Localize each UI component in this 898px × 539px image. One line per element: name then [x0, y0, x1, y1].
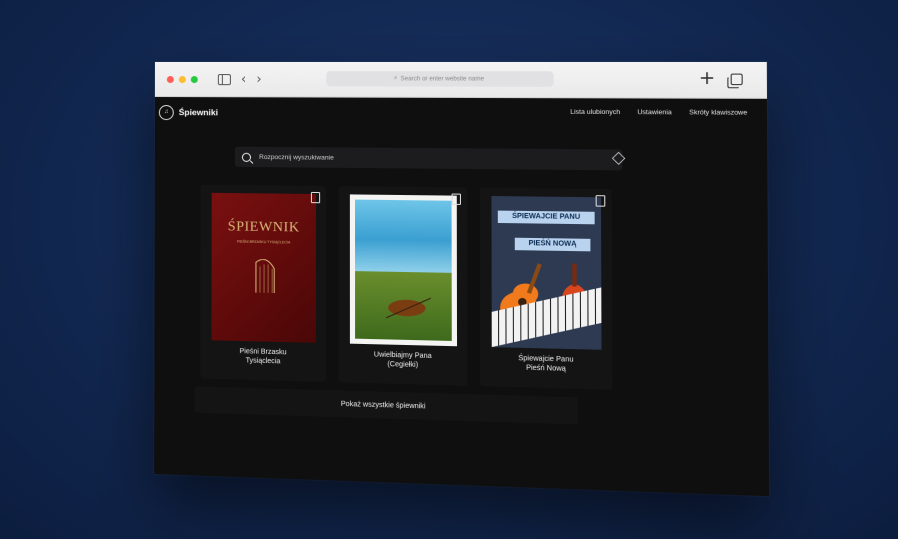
title-line-2: Tysiąclecia: [245, 357, 281, 366]
address-bar[interactable]: ⌕ Search or enter website name: [326, 71, 554, 87]
search-icon: ⌕: [393, 75, 398, 82]
songbook-card[interactable]: ŚPIEWAJCIE PANU PIEŚŃ NOWĄ Śpiewajcie Pa…: [479, 187, 613, 390]
cover-banner-1: ŚPIEWAJCIE PANU: [497, 210, 595, 225]
top-nav: Lista ulubionych Ustawienia Skróty klawi…: [570, 109, 747, 117]
close-window-button[interactable]: [166, 75, 174, 83]
violin-icon: [381, 292, 433, 324]
pdf-badge-icon: [310, 191, 321, 204]
address-placeholder: Search or enter website name: [400, 75, 485, 83]
songbook-grid: ŚPIEWNIK PIEŚNI BRZASKU TYSIĄCLECIA Pieś…: [200, 184, 613, 390]
title-line-2: Pieśń Nową: [526, 364, 566, 373]
search-bar[interactable]: Rozpocznij wyszukiwanie: [234, 146, 623, 171]
search-icon: [241, 152, 252, 162]
pdf-badge-icon: [595, 195, 606, 207]
show-all-label: Pokaż wszystkie śpiewniki: [340, 400, 426, 410]
show-all-songbooks-button[interactable]: Pokaż wszystkie śpiewniki: [194, 386, 579, 425]
cover-banner-2: PIEŚŃ NOWĄ: [514, 237, 591, 252]
songbook-card[interactable]: ŚPIEWNIK PIEŚNI BRZASKU TYSIĄCLECIA Pieś…: [200, 184, 327, 382]
window-controls: [166, 75, 198, 83]
logo-text: Śpiewniki: [178, 107, 219, 118]
songbook-cover: [349, 194, 458, 347]
nav-settings[interactable]: Ustawienia: [637, 109, 671, 116]
tab-overview-icon[interactable]: [730, 73, 743, 85]
back-arrow-icon[interactable]: ‹: [241, 72, 246, 87]
stage: ‹ › ⌕ Search or enter website name + ♫ Ś…: [0, 0, 898, 539]
maximize-window-button[interactable]: [190, 75, 198, 83]
app-logo[interactable]: ♫ Śpiewniki: [158, 104, 219, 120]
sidebar-toggle-icon[interactable]: [217, 73, 231, 85]
cover-title: ŚPIEWNIK: [227, 219, 300, 236]
minimize-window-button[interactable]: [178, 75, 186, 83]
browser-window: ‹ › ⌕ Search or enter website name + ♫ Ś…: [154, 62, 770, 497]
browser-toolbar: ‹ › ⌕ Search or enter website name +: [154, 62, 767, 99]
title-line-2: (Cegiełki): [387, 361, 419, 370]
forward-arrow-icon[interactable]: ›: [256, 72, 261, 87]
songbook-title: Śpiewajcie Panu Pieśń Nową: [480, 353, 612, 375]
logo-icon: ♫: [158, 104, 174, 120]
new-tab-icon[interactable]: +: [699, 67, 716, 89]
songbook-title: Pieśni Brzasku Tysiąclecia: [200, 346, 326, 368]
songbook-cover: ŚPIEWNIK PIEŚNI BRZASKU TYSIĄCLECIA: [211, 192, 317, 343]
search-placeholder: Rozpocznij wyszukiwanie: [259, 153, 334, 162]
harp-icon: [250, 256, 280, 297]
toolbar-right: +: [699, 67, 743, 89]
songbook-title: Uwielbiajmy Pana (Cegiełki): [339, 350, 468, 372]
songbook-card[interactable]: Uwielbiajmy Pana (Cegiełki): [338, 186, 468, 386]
cover-subtitle: PIEŚNI BRZASKU TYSIĄCLECIA: [236, 239, 291, 245]
app-header: ♫ Śpiewniki Lista ulubionych Ustawienia …: [155, 97, 767, 131]
cover-sky: [355, 199, 452, 273]
songbook-cover: ŚPIEWAJCIE PANU PIEŚŃ NOWĄ: [491, 196, 602, 350]
nav-favorites[interactable]: Lista ulubionych: [570, 109, 620, 116]
pdf-badge-icon: [451, 193, 461, 205]
nav-shortcuts[interactable]: Skróty klawiszowe: [689, 109, 747, 117]
